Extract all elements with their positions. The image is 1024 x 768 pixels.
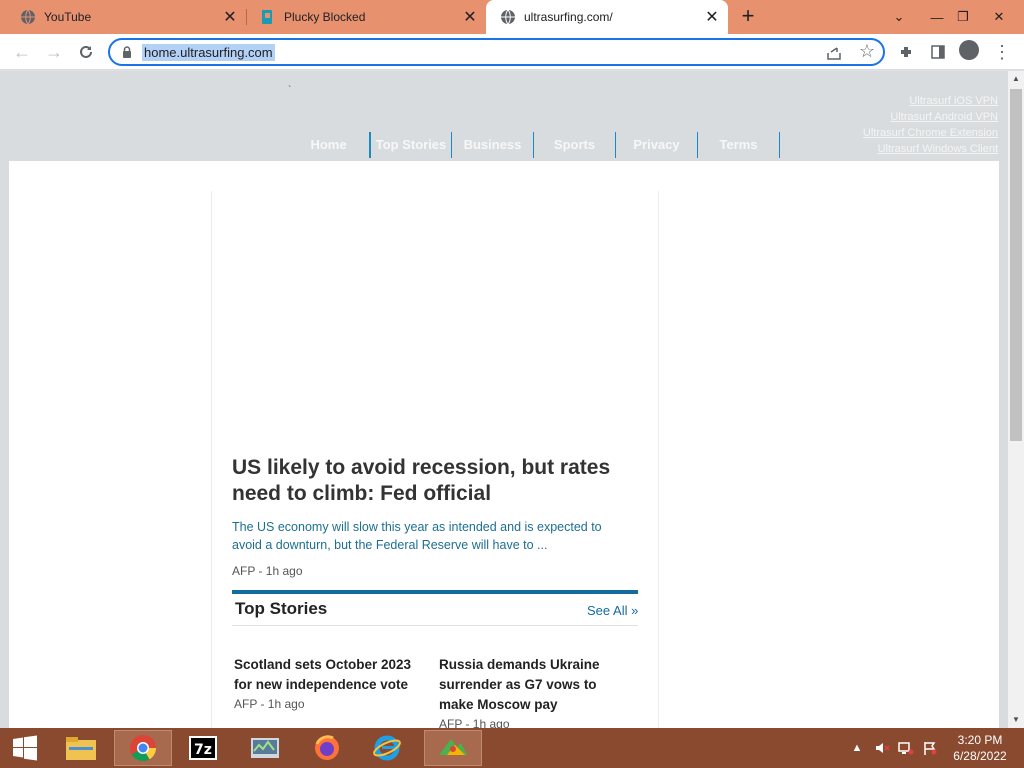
lead-headline[interactable]: US likely to avoid recession, but rates … [232,455,652,507]
nav-sports[interactable]: Sports [534,132,616,158]
start-button[interactable] [0,730,50,766]
lead-meta: AFP - 1h ago [232,564,303,578]
plucky-icon [260,9,276,25]
page-scrollbar[interactable]: ▲ ▼ [1008,71,1024,728]
internet-explorer-icon[interactable] [358,730,416,766]
tab-title: YouTube [44,10,92,24]
tab-title: ultrasurfing.com/ [524,10,613,24]
action-center-flag-icon[interactable] [920,728,940,768]
nav-home[interactable]: Home [288,132,370,158]
windows-client-link[interactable]: Ultrasurf Windows Client [863,141,998,157]
restore-button[interactable]: ❐ [946,0,980,34]
chrome-extension-link[interactable]: Ultrasurf Chrome Extension [863,125,998,141]
clock-date: 6/28/2022 [953,749,1007,763]
file-explorer-icon[interactable] [52,730,110,766]
svg-text:7z: 7z [194,742,212,758]
forward-button[interactable]: → [42,40,66,64]
address-bar[interactable]: home.ultrasurfing.com ☆ [108,38,885,66]
tab-title: Plucky Blocked [284,10,366,24]
close-tab-icon[interactable]: ✕ [220,7,240,27]
android-vpn-link[interactable]: Ultrasurf Android VPN [863,109,998,125]
chrome-icon[interactable] [114,730,172,766]
scroll-thumb[interactable] [1010,89,1022,441]
windows-logo-icon [13,735,37,761]
story-meta: AFP - 1h ago [234,697,305,711]
nav-terms[interactable]: Terms [698,132,780,158]
menu-kebab-icon[interactable]: ⋮ [990,40,1014,64]
story-title[interactable]: Russia demands Ukraine surrender as G7 v… [439,655,619,715]
close-tab-icon[interactable]: ✕ [702,7,722,27]
stray-mark: ` [288,85,292,96]
reload-button[interactable] [74,40,98,64]
content-panel: US likely to avoid recession, but rates … [9,161,999,728]
bookmark-star-icon[interactable]: ☆ [859,42,875,60]
globe-icon [20,9,36,25]
news-column: US likely to avoid recession, but rates … [211,191,659,728]
system-clock[interactable]: 3:20 PM 6/28/2022 [944,732,1016,764]
back-button[interactable]: ← [10,40,34,64]
app-icon[interactable] [424,730,482,766]
profile-avatar[interactable] [959,40,979,60]
lock-icon [123,46,131,58]
windows-taskbar: 7z ▲ 3:20 PM 6/28/2022 [0,728,1024,768]
7zip-icon[interactable]: 7z [174,730,232,766]
tab-youtube[interactable]: YouTube ✕ [0,0,246,34]
main-nav: Home Top Stories Business Sports Privacy… [288,132,780,158]
volume-muted-icon[interactable] [872,728,892,768]
task-manager-icon[interactable] [236,730,294,766]
story-card[interactable]: Russia demands Ukraine surrender as G7 v… [439,655,619,728]
nav-top-stories[interactable]: Top Stories [370,132,452,158]
clock-time: 3:20 PM [957,733,1003,747]
share-icon[interactable] [825,44,843,62]
tab-strip: YouTube ✕ Plucky Blocked ✕ ultrasurfing.… [0,0,1024,34]
extensions-icon[interactable] [894,40,918,64]
close-window-button[interactable]: ✕ [982,0,1016,34]
story-title[interactable]: Scotland sets October 2023 for new indep… [234,655,424,695]
tab-plucky-blocked[interactable]: Plucky Blocked ✕ [240,0,486,34]
firefox-icon[interactable] [298,730,356,766]
scroll-down-arrow-icon[interactable]: ▼ [1008,712,1024,728]
side-panel-icon[interactable] [926,40,950,64]
lead-summary[interactable]: The US economy will slow this year as in… [232,518,632,554]
story-card[interactable]: Scotland sets October 2023 for new indep… [234,655,424,711]
nav-privacy[interactable]: Privacy [616,132,698,158]
new-tab-button[interactable]: + [736,5,760,29]
nav-business[interactable]: Business [452,132,534,158]
web-page: ` Ultrasurf iOS VPN Ultrasurf Android VP… [0,71,1008,728]
browser-toolbar: ← → home.ultrasurfing.com ☆ ⋮ [0,34,1024,70]
show-hidden-icons-icon[interactable]: ▲ [848,728,866,768]
ios-vpn-link[interactable]: Ultrasurf iOS VPN [863,93,998,109]
scroll-up-arrow-icon[interactable]: ▲ [1008,71,1024,87]
close-tab-icon[interactable]: ✕ [460,7,480,27]
globe-icon [500,9,516,25]
see-all-link[interactable]: See All » [587,603,638,618]
section-rule [232,625,638,626]
reload-icon [80,45,92,58]
top-stories-heading: Top Stories [235,599,328,618]
tab-ultrasurfing[interactable]: ultrasurfing.com/ ✕ [486,0,728,34]
address-url[interactable]: home.ultrasurfing.com [142,44,275,61]
network-icon[interactable] [896,728,916,768]
download-links: Ultrasurf iOS VPN Ultrasurf Android VPN … [863,93,998,157]
section-divider [232,590,638,594]
story-meta: AFP - 1h ago [439,717,510,728]
tab-search-icon[interactable]: ⌄ [882,0,916,34]
